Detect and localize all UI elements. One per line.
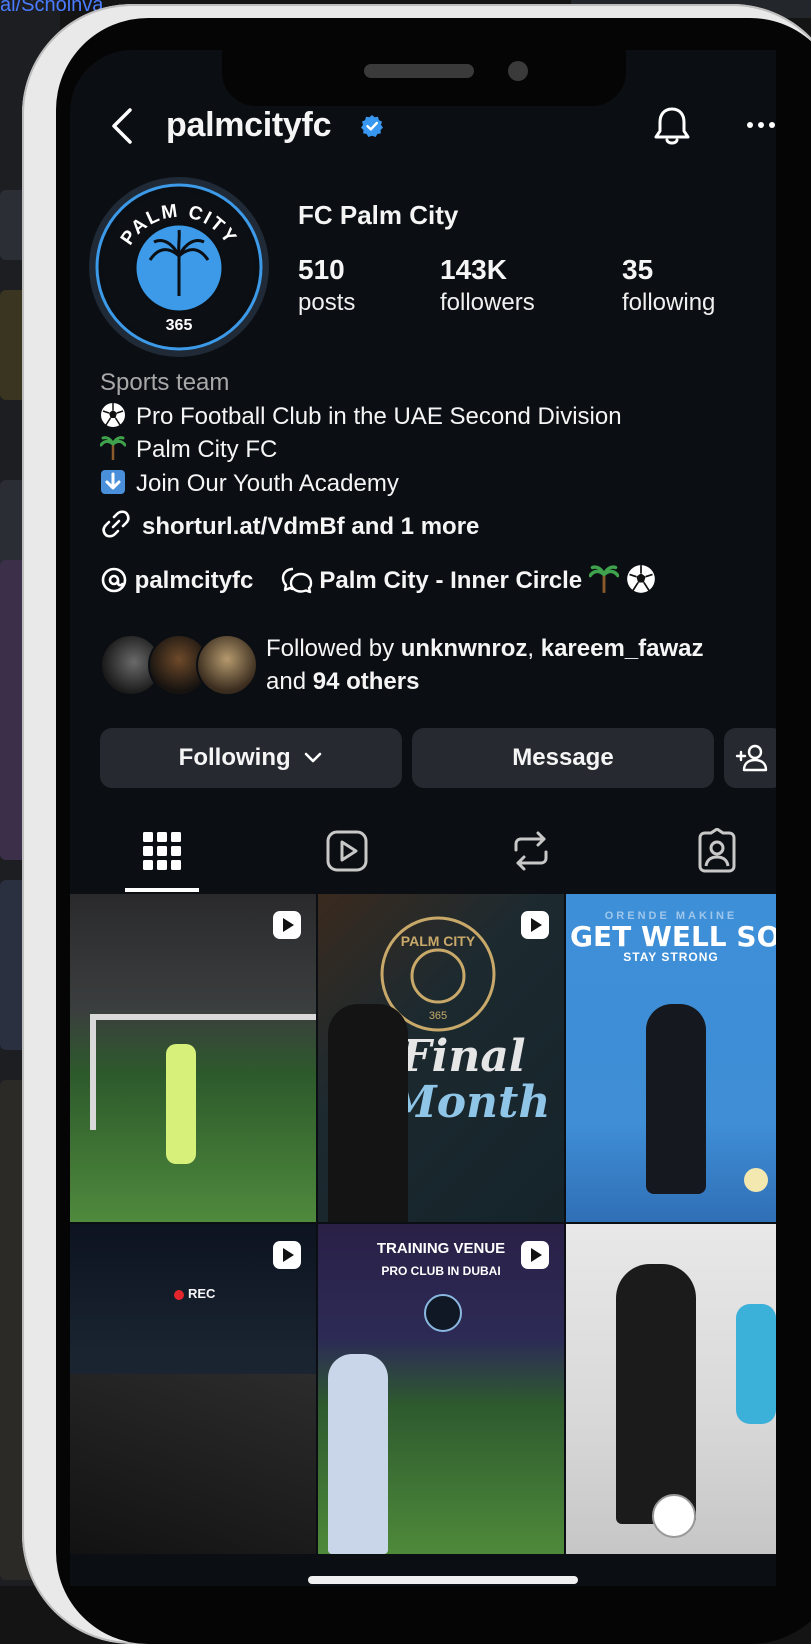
profile-tabs	[70, 820, 776, 894]
down-arrow-icon	[101, 469, 125, 494]
goal-frame	[90, 1014, 316, 1130]
reels-icon[interactable]	[324, 828, 370, 874]
instagram-profile-screen: palmcityfc PALM CITY 365 FC Palm City 51…	[70, 50, 776, 1586]
bio-line: Pro Football Club in the UAE Second Divi…	[100, 400, 622, 434]
posts-grid: PALM CITY 365 Final Month ORENDE MAKINE G…	[70, 894, 776, 1586]
reel-indicator-icon	[273, 1241, 301, 1269]
club-crest-logo	[424, 1294, 462, 1332]
player-figure	[646, 1004, 706, 1194]
suggest-people-button[interactable]	[724, 728, 776, 788]
soccer-ball-icon	[626, 565, 655, 593]
profile-category: Sports team	[100, 369, 230, 396]
post-chalk-text: Final Month	[388, 1031, 551, 1128]
reel-indicator-icon	[521, 1241, 549, 1269]
following-button[interactable]: Following	[100, 728, 402, 788]
link-icon	[102, 510, 130, 538]
broadcast-channel-link[interactable]: Palm City - Inner Circle	[281, 565, 656, 594]
stat-following[interactable]: 35 following	[622, 254, 715, 320]
rec-label: REC	[188, 1286, 216, 1301]
profile-handle: palmcityfc	[166, 106, 332, 144]
stat-value: 35	[622, 254, 654, 285]
threads-link[interactable]: palmcityfc	[100, 567, 260, 594]
palm-tree-icon	[588, 565, 620, 593]
stat-label: posts	[298, 289, 356, 316]
bio-line: Join Our Youth Academy	[100, 467, 622, 501]
phone-notch	[222, 40, 626, 106]
ball-graphic	[744, 1168, 768, 1192]
profile-display-name: FC Palm City	[298, 200, 459, 230]
stat-posts[interactable]: 510 posts	[298, 254, 355, 320]
grid-icon[interactable]	[139, 828, 185, 874]
add-person-icon	[735, 744, 768, 772]
repost-icon[interactable]	[508, 828, 554, 874]
post-thumbnail[interactable]: ORENDE MAKINE GET WELL SOO STAY STRONG	[566, 894, 776, 1222]
stat-value: 143K	[440, 254, 507, 285]
player-figure	[616, 1264, 696, 1524]
svg-text:PALM CITY: PALM CITY	[401, 933, 476, 949]
stat-value: 510	[298, 254, 345, 285]
bio-line: Palm City FC	[100, 433, 622, 467]
palm-tree-icon	[100, 436, 126, 460]
home-indicator[interactable]	[308, 1576, 578, 1584]
more-horizontal-icon[interactable]	[746, 120, 776, 130]
person-figure	[328, 1004, 408, 1222]
profile-bio: Sports team Pro Football Club in the UAE…	[100, 366, 622, 500]
stat-label: following	[622, 289, 716, 316]
chevron-down-icon	[305, 752, 322, 763]
stat-label: followers	[440, 289, 535, 316]
ball-graphic	[652, 1494, 696, 1538]
threads-and-channel-row: palmcityfc Palm City - Inner Circle	[100, 564, 656, 595]
tagged-icon[interactable]	[694, 828, 740, 874]
stat-followers[interactable]: 143K followers	[440, 254, 535, 320]
profile-link[interactable]: shorturl.at/VdmBf and 1 more	[100, 508, 479, 541]
bell-icon[interactable]	[650, 104, 694, 148]
front-camera	[508, 61, 528, 81]
player-figure	[166, 1044, 196, 1164]
post-thumbnail[interactable]	[70, 894, 316, 1222]
reel-indicator-icon	[273, 911, 301, 939]
hands-figure	[70, 1374, 316, 1554]
profile-avatar[interactable]: PALM CITY 365	[88, 176, 270, 358]
followed-by[interactable]: Followed by unknwnroz, kareem_fawaz and …	[100, 632, 776, 696]
post-thumbnail[interactable]: TRAINING VENUE PRO CLUB IN DUBAI	[318, 1224, 564, 1554]
followed-by-text: Followed by unknwnroz, kareem_fawaz and …	[266, 635, 704, 695]
active-tab-indicator	[125, 888, 199, 892]
reel-indicator-icon	[521, 911, 549, 939]
svg-text:365: 365	[429, 1010, 447, 1022]
threads-icon	[101, 567, 127, 593]
verified-badge-icon	[361, 115, 383, 137]
follower-avatar	[196, 634, 258, 696]
channel-icon	[281, 567, 312, 594]
person-figure	[328, 1354, 388, 1554]
post-thumbnail[interactable]: REC	[70, 1224, 316, 1554]
player-figure	[736, 1304, 776, 1424]
post-thumbnail[interactable]: PALM CITY 365 Final Month	[318, 894, 564, 1222]
chevron-left-icon[interactable]	[106, 104, 136, 148]
post-title: GET WELL SOO	[570, 920, 776, 953]
post-thumbnail[interactable]	[566, 1224, 776, 1554]
post-subtitle: STAY STRONG	[623, 950, 719, 964]
message-button[interactable]: Message	[412, 728, 714, 788]
soccer-ball-icon	[101, 402, 125, 427]
profile-header: palmcityfc	[70, 100, 776, 160]
record-dot	[174, 1290, 184, 1300]
speaker-grille	[364, 64, 474, 78]
svg-text:365: 365	[166, 317, 193, 334]
